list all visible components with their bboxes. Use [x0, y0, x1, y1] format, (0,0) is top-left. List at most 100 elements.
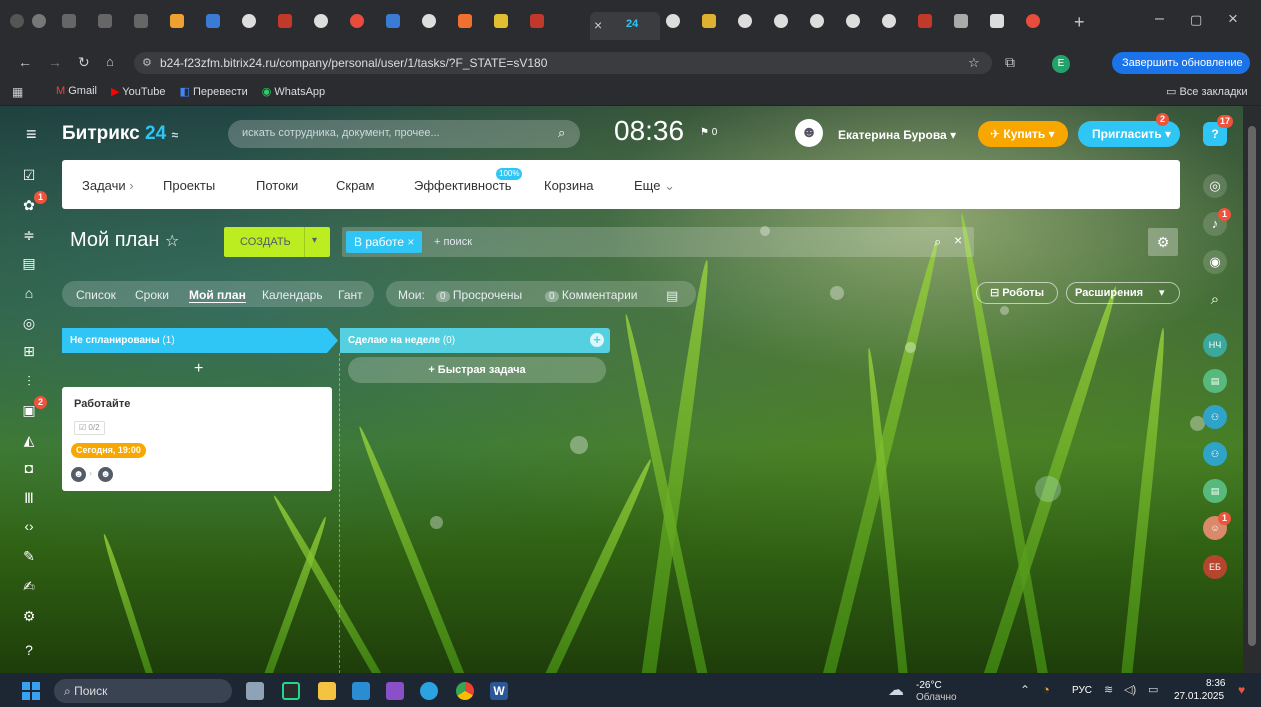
scrollbar-thumb[interactable] — [1248, 126, 1256, 646]
robots-button[interactable]: ⊟ Роботы — [976, 282, 1058, 304]
company-sidebar-icon[interactable]: ⌂ — [18, 283, 40, 303]
menu-efficiency[interactable]: Эффективность — [414, 178, 512, 193]
create-button[interactable]: СОЗДАТЬ ▾ — [224, 227, 330, 257]
tab-favicon[interactable] — [62, 14, 76, 28]
update-button[interactable]: Завершить обновление — [1112, 52, 1250, 74]
bookmark-gmail[interactable]: M Gmail — [56, 85, 97, 98]
filter-chip-in-progress[interactable]: В работе × — [346, 231, 423, 253]
analytics-sidebar-icon[interactable]: ⫶ — [18, 371, 40, 391]
task-card[interactable]: Работайте ☑ 0/2 Сегодня, 19:00 ☻ › ☻ — [62, 387, 332, 491]
minimize-icon[interactable]: – — [1155, 10, 1164, 28]
counter-overdue[interactable]: 0 Просрочены — [436, 288, 522, 302]
task-view-icon[interactable] — [246, 682, 264, 700]
copilot-icon[interactable]: ◎ — [1203, 174, 1227, 198]
language-indicator[interactable]: РУС — [1072, 685, 1092, 696]
tab-favicon[interactable] — [990, 14, 1004, 28]
tab-favicon[interactable] — [422, 14, 436, 28]
tab-favicon[interactable] — [350, 14, 364, 28]
user-photo-avatar[interactable]: ☺ 1 — [1203, 512, 1231, 540]
creator-avatar[interactable]: ☻ — [71, 467, 86, 482]
back-icon[interactable]: ← — [18, 54, 32, 70]
tab-favicon[interactable] — [918, 14, 932, 28]
settings-sidebar-icon[interactable]: ⚙ — [18, 606, 40, 626]
task-deadline[interactable]: Сегодня, 19:00 — [71, 443, 146, 458]
view-calendar[interactable]: Календарь — [262, 288, 323, 302]
bell-icon[interactable]: ♪ 1 — [1203, 208, 1231, 236]
settings-gear-icon[interactable]: ⚙ — [1148, 228, 1178, 256]
contact-avatar[interactable]: ЕБ — [1203, 555, 1227, 579]
google-tab-icon[interactable] — [314, 14, 328, 28]
visual-studio-icon[interactable] — [386, 682, 404, 700]
responsible-avatar[interactable]: ☻ — [98, 467, 113, 482]
group-chat-icon[interactable]: ⚇ — [1203, 442, 1227, 466]
tab-favicon[interactable] — [702, 14, 716, 28]
profile-avatar[interactable]: E — [1052, 55, 1070, 73]
chrome-icon[interactable] — [456, 682, 474, 700]
help-sidebar-icon[interactable]: ? — [18, 640, 40, 660]
extensions-icon[interactable]: ⧉ — [1005, 54, 1015, 71]
home-icon[interactable]: ⌂ — [106, 54, 114, 69]
telegram-icon[interactable] — [420, 682, 438, 700]
reload-icon[interactable]: ↻ — [78, 54, 90, 71]
tab-favicon[interactable] — [206, 14, 220, 28]
taskbar-search[interactable]: ⌕ Поиск — [54, 679, 232, 703]
help-icon[interactable]: ? 17 — [1203, 115, 1234, 146]
tray-app-icon[interactable]: ◔ — [1042, 682, 1050, 697]
new-tab-icon[interactable]: + — [1074, 12, 1085, 33]
github-tab-icon[interactable] — [666, 14, 680, 28]
forms-sidebar-icon[interactable]: ✎ — [18, 546, 40, 566]
all-bookmarks[interactable]: ▭ Все закладки — [1166, 85, 1247, 98]
url-bar[interactable]: ⚙ b24-f23zfm.bitrix24.ru/company/persona… — [134, 52, 992, 74]
battery-icon[interactable]: ▭ — [1148, 683, 1158, 696]
notification-bell-icon[interactable]: ♥ — [1238, 683, 1245, 697]
calendar-sidebar-icon[interactable]: ▤ — [18, 253, 40, 273]
weather-temp[interactable]: -26°C — [916, 680, 942, 691]
user-avatar[interactable]: ☻ — [795, 119, 823, 147]
menu-more[interactable]: Еще ⌄ — [634, 178, 675, 194]
google-tab-icon[interactable] — [242, 14, 256, 28]
status-icon[interactable]: ◉ — [1203, 250, 1227, 274]
tab-favicon[interactable] — [278, 14, 292, 28]
view-list[interactable]: Список — [76, 288, 116, 302]
clear-icon[interactable]: × — [954, 232, 962, 248]
remove-chip-icon[interactable]: × — [407, 235, 414, 249]
quick-task-button[interactable]: + Быстрая задача — [348, 357, 606, 383]
feed-sidebar-icon[interactable]: ✿ 1 — [18, 191, 47, 215]
crm-sidebar-icon[interactable]: ◎ — [18, 313, 40, 333]
flag-counter[interactable]: ⚑ 0 — [700, 127, 717, 138]
menu-tasks[interactable]: Задачи › — [82, 178, 134, 193]
forward-icon[interactable]: → — [48, 54, 62, 70]
search-icon[interactable]: ⌕ — [934, 234, 941, 250]
header-clock[interactable]: 08:36 — [614, 115, 684, 147]
github-tab-icon[interactable] — [882, 14, 896, 28]
buy-button[interactable]: ✈ Купить ▾ — [978, 121, 1068, 147]
url-text[interactable]: b24-f23zfm.bitrix24.ru/company/personal/… — [160, 56, 547, 70]
active-tab[interactable]: × 24 — [590, 12, 660, 40]
chat-icon[interactable]: ▤ — [666, 288, 678, 304]
search-icon[interactable]: ⌕ — [1203, 288, 1227, 312]
tab-search-icon[interactable] — [10, 14, 24, 28]
contact-center-sidebar-icon[interactable]: ▣ 2 — [18, 396, 47, 420]
tasks-sidebar-icon[interactable]: ☑ — [18, 165, 40, 185]
pycharm-icon[interactable] — [282, 682, 300, 700]
contact-avatar[interactable]: НЧ — [1203, 333, 1227, 357]
menu-scrum[interactable]: Скрам — [336, 178, 374, 193]
menu-hamburger-icon[interactable]: ≡ — [26, 124, 37, 145]
search-icon[interactable]: ⌕ — [558, 125, 565, 141]
sign-sidebar-icon[interactable]: ✍ — [18, 576, 40, 596]
bookmark-whatsapp[interactable]: ◉ WhatsApp — [262, 85, 325, 98]
user-menu[interactable]: Екатерина Бурова ▾ — [838, 128, 956, 142]
volume-icon[interactable]: ◁) — [1124, 683, 1136, 696]
chat-group-icon[interactable]: ▤ — [1203, 369, 1227, 393]
developer-sidebar-icon[interactable]: ‹› — [18, 516, 40, 536]
apps-grid-icon[interactable]: ▦ — [12, 85, 23, 99]
word-icon[interactable]: W — [490, 682, 508, 700]
view-my-plan[interactable]: Мой план — [189, 288, 246, 303]
column-header-this-week[interactable]: Сделаю на неделе (0) + — [340, 328, 610, 353]
site-info-icon[interactable]: ⚙ — [142, 56, 152, 69]
menu-flows[interactable]: Потоки — [256, 178, 298, 193]
menu-projects[interactable]: Проекты — [163, 178, 215, 193]
windows-start-icon[interactable] — [22, 682, 40, 700]
tab-favicon[interactable] — [386, 14, 400, 28]
tab-favicon[interactable] — [738, 14, 752, 28]
